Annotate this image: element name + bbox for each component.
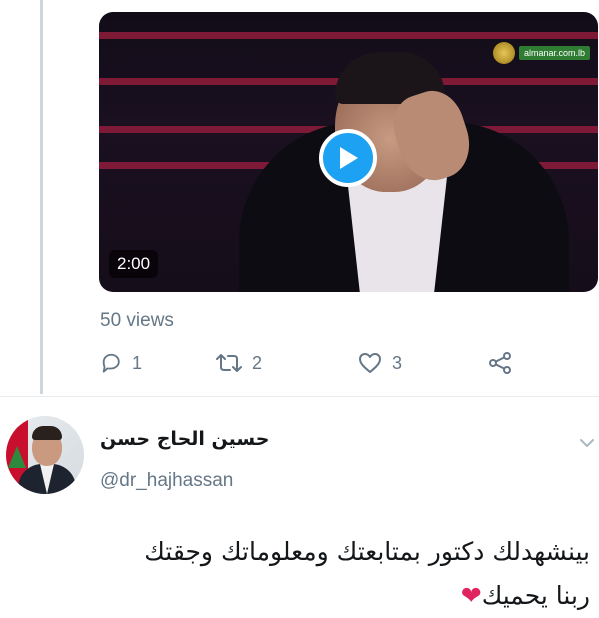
view-count: 50 views <box>100 310 174 331</box>
tweet-text-fragment: ربنا يحميك <box>481 581 590 610</box>
play-button[interactable] <box>319 129 377 187</box>
channel-logo: almanar.com.lb <box>492 42 590 64</box>
like-count: 3 <box>392 352 403 373</box>
tweet-actions: 1 2 3 <box>100 352 520 384</box>
retweet-count: 2 <box>252 352 263 373</box>
divider <box>0 396 599 397</box>
display-name[interactable]: حسين الحاج حسن <box>100 428 269 450</box>
channel-url: almanar.com.lb <box>518 46 590 60</box>
heart-emoji: ❤ <box>460 581 482 610</box>
channel-mark-icon <box>492 42 515 64</box>
retweet-icon <box>216 354 242 372</box>
reply-button[interactable]: 1 <box>100 352 142 374</box>
chevron-down-icon <box>580 439 594 447</box>
tweet-text: بينشهدلك دكتور بمتابعتك ومعلوماتك وجقتك … <box>0 530 590 618</box>
share-button[interactable] <box>488 352 512 374</box>
reply-icon <box>102 353 120 373</box>
retweet-button[interactable]: 2 <box>216 352 262 374</box>
share-icon <box>489 352 511 374</box>
like-button[interactable]: 3 <box>358 352 402 374</box>
avatar-hair <box>32 426 62 440</box>
user-handle[interactable]: @dr_hajhassan <box>100 470 233 492</box>
play-icon <box>340 147 358 169</box>
video-duration: 2:00 <box>109 250 159 278</box>
reply-count: 1 <box>132 352 143 373</box>
background-stripe <box>99 32 598 39</box>
more-options-button[interactable] <box>580 432 594 453</box>
avatar[interactable] <box>6 416 84 494</box>
tweet-text-line: ربنا يحميك❤ <box>0 574 590 618</box>
video-player[interactable]: almanar.com.lb 2:00 <box>99 12 598 292</box>
like-icon <box>359 353 381 373</box>
thread-line <box>40 0 43 394</box>
tweet-text-line: بينشهدلك دكتور بمتابعتك ومعلوماتك وجقتك <box>144 537 590 566</box>
